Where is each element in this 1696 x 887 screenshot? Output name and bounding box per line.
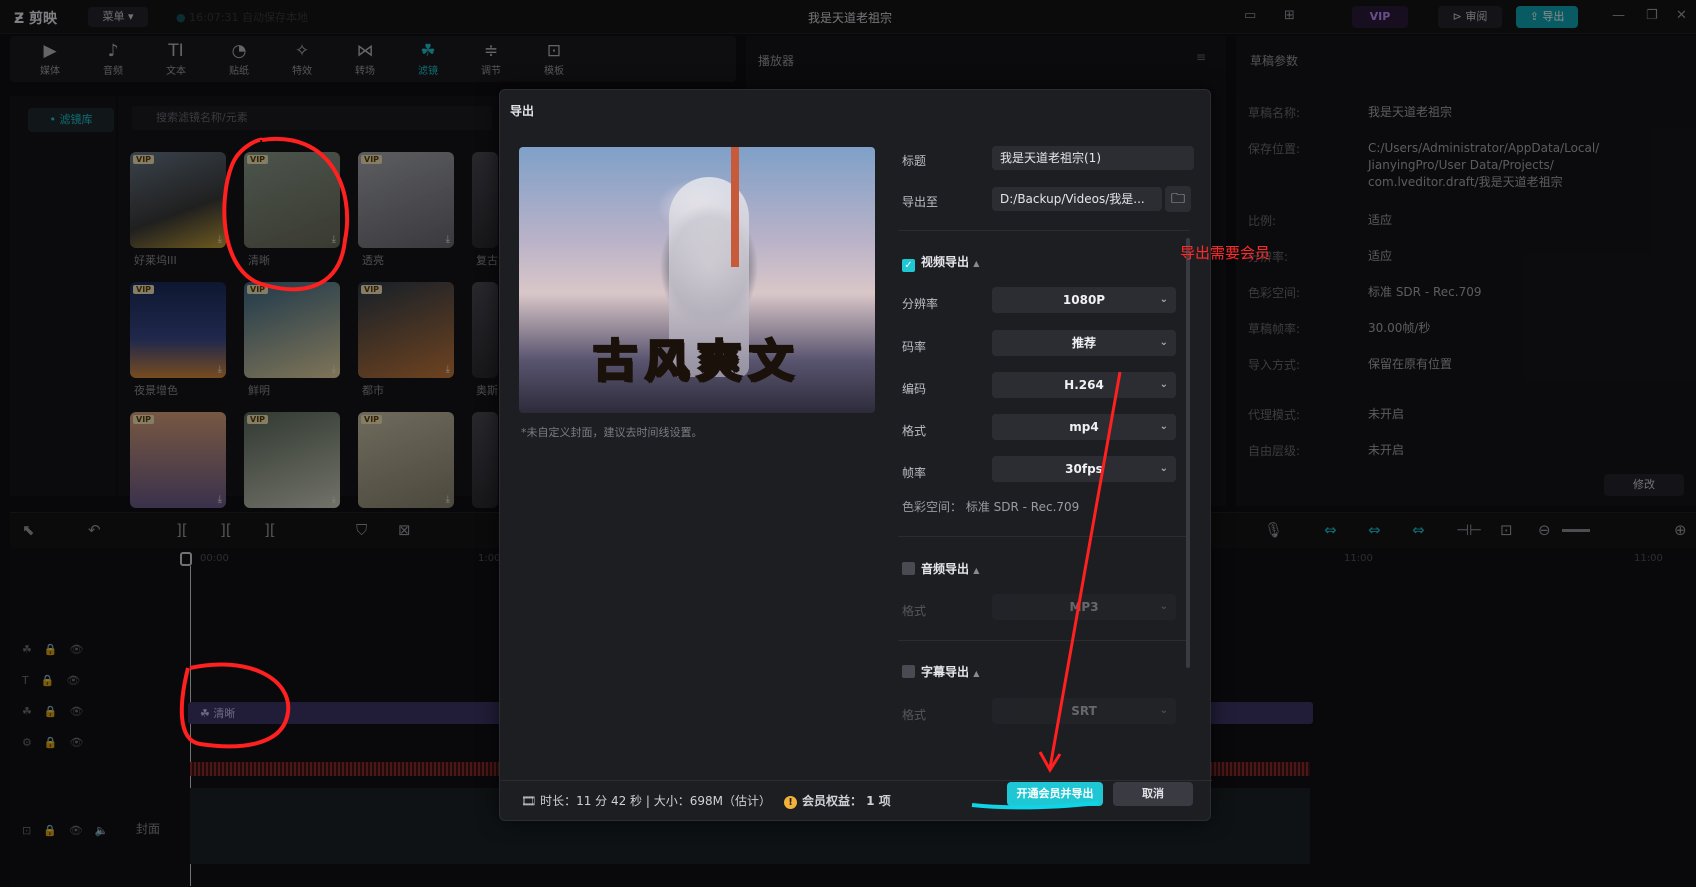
dialog-title: 导出 xyxy=(510,104,535,118)
audio-export-section[interactable]: 音频导出 ▲ xyxy=(902,560,979,577)
cover-note: *未自定义封面，建议去时间线设置。 xyxy=(521,426,703,439)
subtitle-export-section[interactable]: 字幕导出 ▲ xyxy=(902,663,979,680)
cover-title-text: 古风爽文 xyxy=(592,335,801,389)
resolution-label: 分辨率 xyxy=(902,297,939,311)
chevron-down-icon: ⌄ xyxy=(1159,601,1168,612)
chevron-down-icon: ⌄ xyxy=(1159,705,1168,716)
title-label: 标题 xyxy=(902,154,927,168)
divider xyxy=(898,640,1190,641)
chevron-down-icon: ⌄ xyxy=(1159,379,1168,390)
export-dialog: 导出 古风爽文 *未自定义封面，建议去时间线设置。 标题 我是天道老祖宗(1) … xyxy=(499,89,1212,821)
export-to-label: 导出至 xyxy=(902,195,939,209)
chevron-down-icon: ⌄ xyxy=(1159,337,1168,348)
chevron-down-icon: ⌄ xyxy=(1159,294,1168,305)
export-path-input[interactable]: D:/Backup/Videos/我是... xyxy=(992,187,1162,211)
color-space-info: 色彩空间： 标准 SDR - Rec.709 xyxy=(902,500,1080,514)
subtitle-format-label: 格式 xyxy=(902,708,927,722)
chevron-down-icon: ⌄ xyxy=(1159,421,1168,432)
format-select[interactable]: mp4 ⌄ xyxy=(992,414,1176,440)
collapse-icon[interactable]: ▲ xyxy=(973,259,979,268)
codec-label: 编码 xyxy=(902,382,927,396)
title-input[interactable]: 我是天道老祖宗(1) xyxy=(992,146,1194,170)
film-icon: 🎞 xyxy=(521,794,541,808)
fps-label: 帧率 xyxy=(902,466,927,480)
cancel-button[interactable]: 取消 xyxy=(1113,782,1193,806)
warning-icon: ! xyxy=(784,796,797,809)
collapse-icon[interactable]: ▲ xyxy=(973,669,979,678)
format-label: 格式 xyxy=(902,424,927,438)
chevron-down-icon: ⌄ xyxy=(1159,463,1168,474)
annotation-text: 导出需要会员 xyxy=(1180,244,1271,262)
collapse-icon[interactable]: ▲ xyxy=(973,566,979,575)
checkbox-unchecked-icon[interactable] xyxy=(902,665,915,678)
export-size-info: 🎞 时长：11 分 42 秒 | 大小：698M（估计） xyxy=(521,794,771,808)
checkbox-checked-icon[interactable]: ✓ xyxy=(902,259,915,272)
divider xyxy=(898,536,1190,537)
audio-format-select: MP3 ⌄ xyxy=(992,594,1176,620)
sword xyxy=(731,147,739,267)
audio-format-label: 格式 xyxy=(902,604,927,618)
bitrate-select[interactable]: 推荐 ⌄ xyxy=(992,330,1176,356)
divider xyxy=(898,230,1190,231)
vip-export-button[interactable]: 开通会员并导出 xyxy=(1007,782,1103,806)
vip-benefits-info[interactable]: ! 会员权益： 1 项 xyxy=(784,792,891,809)
resolution-select[interactable]: 1080P ⌄ xyxy=(992,287,1176,313)
bitrate-label: 码率 xyxy=(902,340,927,354)
subtitle-format-select: SRT ⌄ xyxy=(992,698,1176,724)
fps-select[interactable]: 30fps ⌄ xyxy=(992,456,1176,482)
dialog-scrollbar[interactable] xyxy=(1186,238,1190,668)
checkbox-unchecked-icon[interactable] xyxy=(902,562,915,575)
cover-image[interactable]: 古风爽文 xyxy=(519,147,875,413)
folder-icon[interactable]: 🗀 xyxy=(1165,186,1191,212)
video-export-section[interactable]: ✓ 视频导出 ▲ xyxy=(902,253,979,272)
codec-select[interactable]: H.264 ⌄ xyxy=(992,372,1176,398)
